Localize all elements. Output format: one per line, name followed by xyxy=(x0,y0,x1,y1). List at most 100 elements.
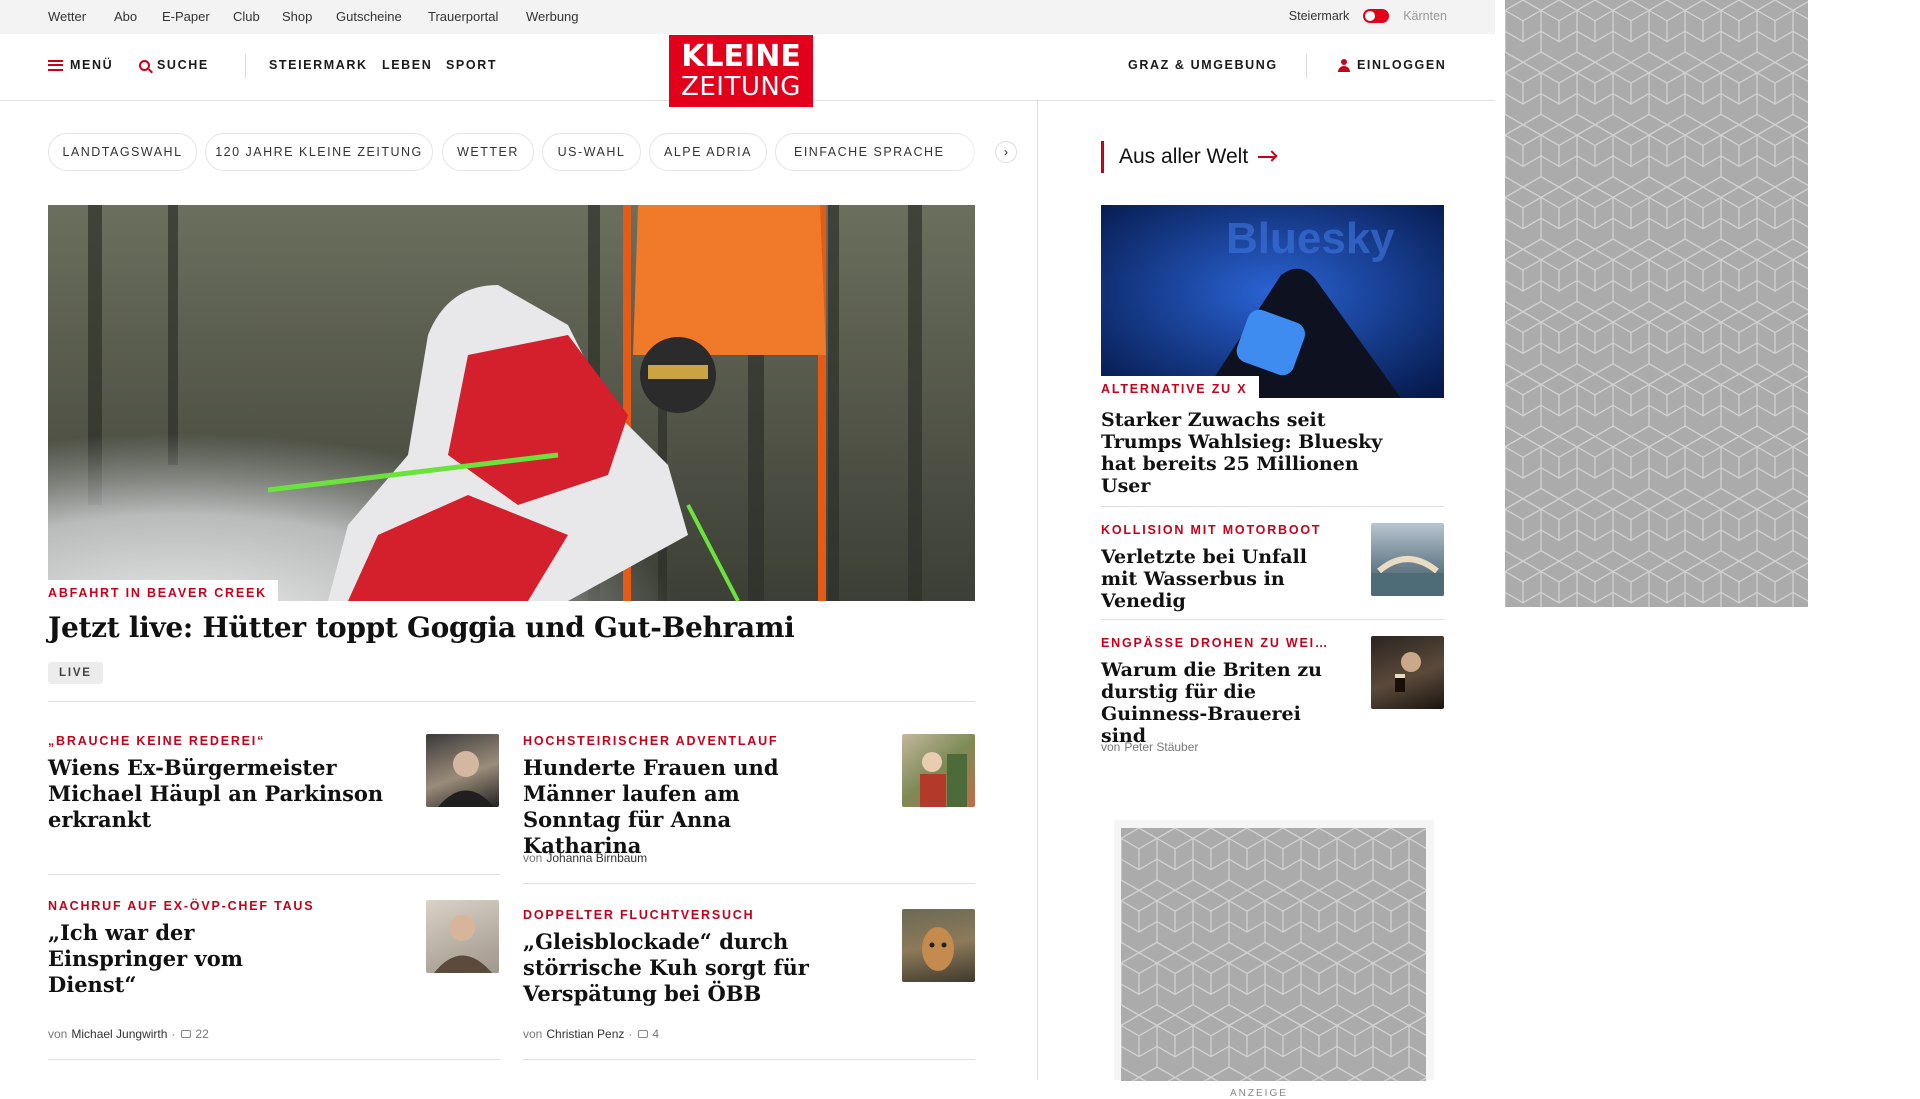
byline-von: von xyxy=(523,851,543,865)
login-button[interactable]: EINLOGGEN xyxy=(1338,58,1446,72)
article-title[interactable]: Hunderte Frauen und Männer laufen am Son… xyxy=(523,755,843,859)
photo-portrait-icon xyxy=(434,915,492,973)
hamburger-icon xyxy=(48,59,63,71)
divider xyxy=(523,883,975,884)
chip-alpe-adria[interactable]: ALPE ADRIA xyxy=(649,133,767,171)
logo-line2: ZEITUNG xyxy=(681,72,801,102)
header-divider xyxy=(245,54,246,78)
util-link-club[interactable]: Club xyxy=(233,9,260,24)
chips-next-arrow-icon[interactable]: › xyxy=(995,141,1017,163)
chip-landtagswahl[interactable]: LANDTAGSWAHL xyxy=(48,133,197,171)
region-switch: Steiermark Kärnten xyxy=(1289,9,1447,23)
ad-skyscraper[interactable] xyxy=(1505,0,1808,607)
article-title[interactable]: „Gleisblockade“ durch störrische Kuh sor… xyxy=(523,929,813,1007)
divider xyxy=(1101,619,1444,620)
article-kicker: „BRAUCHE KEINE REDEREI“ xyxy=(48,734,266,748)
utility-bar: Wetter Abo E-Paper Club Shop Gutscheine … xyxy=(0,0,1495,34)
sidebar-top-image[interactable]: Bluesky xyxy=(1101,205,1444,398)
byline-author[interactable]: Johanna Birnbaum xyxy=(546,851,647,865)
article-thumbnail[interactable] xyxy=(902,909,975,982)
search-label: SUCHE xyxy=(157,58,209,72)
article-byline: von Johanna Birnbaum xyxy=(523,851,647,865)
byline-von: von xyxy=(1101,740,1121,754)
nav-leben[interactable]: LEBEN xyxy=(382,58,432,72)
ad-label: ANZEIGE xyxy=(1230,1088,1288,1099)
chip-us-wahl[interactable]: US-WAHL xyxy=(542,133,641,171)
util-link-wetter[interactable]: Wetter xyxy=(48,9,86,24)
util-link-gutscheine[interactable]: Gutscheine xyxy=(336,9,402,24)
article-kicker: NACHRUF AUF EX-ÖVP-CHEF TAUS xyxy=(48,899,315,913)
ad-rectangle[interactable] xyxy=(1121,828,1426,1081)
article-thumbnail[interactable] xyxy=(902,734,975,807)
section-heading[interactable]: Aus aller Welt xyxy=(1101,141,1277,173)
region-graz-button[interactable]: GRAZ & UMGEBUNG xyxy=(1128,58,1278,72)
login-label: EINLOGGEN xyxy=(1357,58,1447,72)
article-title[interactable]: „Ich war der Einspringer vom Dienst“ xyxy=(48,920,338,998)
header-divider xyxy=(1306,54,1307,78)
photo-guinness-icon xyxy=(1395,652,1421,692)
search-icon xyxy=(139,59,150,71)
chip-wetter[interactable]: WETTER xyxy=(442,133,534,171)
byline-author[interactable]: Peter Stäuber xyxy=(1124,740,1198,754)
divider xyxy=(48,1059,500,1060)
site-logo[interactable]: KLEINE ZEITUNG xyxy=(669,35,813,107)
region-right-label[interactable]: Kärnten xyxy=(1403,9,1447,23)
hero-kicker: ABFAHRT IN BEAVER CREEK xyxy=(48,580,278,602)
region-left-label: Steiermark xyxy=(1288,9,1350,23)
util-link-werbung[interactable]: Werbung xyxy=(526,9,579,24)
article-kicker: KOLLISION MIT MOTORBOOT xyxy=(1101,523,1322,537)
article-kicker: ENGPÄSSE DROHEN ZU WEI… xyxy=(1101,636,1330,650)
comment-count[interactable]: 22 xyxy=(195,1027,208,1041)
sidebar-top-kicker-box: ALTERNATIVE ZU X xyxy=(1101,376,1260,398)
article-thumbnail[interactable] xyxy=(1371,636,1444,709)
comment-icon xyxy=(638,1030,649,1038)
divider xyxy=(48,874,500,875)
sidebar-article-title[interactable]: Warum die Briten zu durstig für die Guin… xyxy=(1101,659,1341,747)
menu-label: MENÜ xyxy=(70,58,114,72)
photo-portrait-icon xyxy=(438,751,494,807)
byline-author[interactable]: Christian Penz xyxy=(546,1027,624,1041)
logo-line1: KLEINE xyxy=(681,39,801,74)
chip-einfache-sprache[interactable]: EINFACHE SPRACHE xyxy=(775,133,975,171)
divider xyxy=(523,1059,975,1060)
comment-count[interactable]: 4 xyxy=(652,1027,659,1041)
chip-120-jahre[interactable]: 120 JAHRE KLEINE ZEITUNG xyxy=(205,133,433,171)
nav-steiermark[interactable]: STEIERMARK xyxy=(269,58,368,72)
image-bluesky-text: Bluesky xyxy=(1226,214,1395,263)
bluesky-photo-illustration: Bluesky xyxy=(1101,205,1444,398)
util-link-epaper[interactable]: E-Paper xyxy=(162,9,210,24)
comment-icon xyxy=(181,1030,192,1038)
photo-venice-icon xyxy=(1371,556,1444,596)
photo-cow-icon xyxy=(922,927,954,971)
util-link-abo[interactable]: Abo xyxy=(114,9,137,24)
main-header: MENÜ SUCHE STEIERMARK LEBEN SPORT KLEINE… xyxy=(0,34,1495,107)
divider xyxy=(48,701,975,702)
live-badge: LIVE xyxy=(48,662,103,684)
article-byline: von Peter Stäuber xyxy=(1101,740,1198,754)
column-divider xyxy=(1037,100,1038,1080)
util-link-shop[interactable]: Shop xyxy=(282,9,312,24)
article-byline: von Michael Jungwirth · 22 xyxy=(48,1027,209,1041)
hero-image[interactable] xyxy=(48,205,975,601)
region-toggle[interactable] xyxy=(1363,9,1390,23)
util-link-trauerportal[interactable]: Trauerportal xyxy=(428,9,498,24)
article-title[interactable]: Wiens Ex-Bürgermeister Michael Häupl an … xyxy=(48,755,418,833)
section-title: Aus aller Welt xyxy=(1119,145,1249,168)
sidebar-article-title[interactable]: Verletzte bei Unfall mit Wasserbus in Ve… xyxy=(1101,546,1341,612)
article-thumbnail[interactable] xyxy=(426,900,499,973)
arrow-right-icon xyxy=(1258,156,1277,158)
article-kicker: HOCHSTEIRISCHER ADVENTLAUF xyxy=(523,734,779,748)
byline-author[interactable]: Michael Jungwirth xyxy=(71,1027,167,1041)
photo-people-icon xyxy=(920,752,967,807)
sidebar-top-title[interactable]: Starker Zuwachs seit Trumps Wahlsieg: Bl… xyxy=(1101,409,1401,497)
byline-von: von xyxy=(48,1027,68,1041)
article-thumbnail[interactable] xyxy=(426,734,499,807)
article-byline: von Christian Penz · 4 xyxy=(523,1027,660,1041)
page-gutter xyxy=(1495,0,1505,1080)
hero-title[interactable]: Jetzt live: Hütter toppt Goggia und Gut-… xyxy=(48,611,795,644)
menu-button[interactable]: MENÜ xyxy=(48,58,113,72)
article-thumbnail[interactable] xyxy=(1371,523,1444,596)
nav-sport[interactable]: SPORT xyxy=(446,58,497,72)
search-button[interactable]: SUCHE xyxy=(139,58,209,72)
user-icon xyxy=(1338,58,1350,72)
